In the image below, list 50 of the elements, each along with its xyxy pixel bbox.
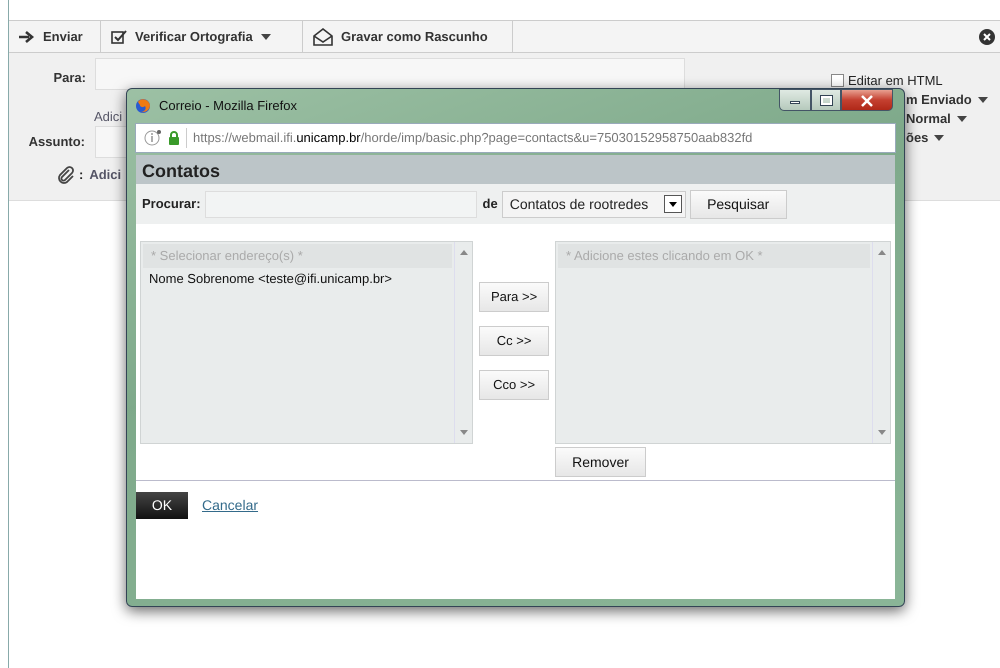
caret-icon — [978, 96, 988, 102]
list-header: * Adicione estes clicando em OK * — [558, 244, 870, 268]
caret-icon — [934, 134, 944, 140]
source-list[interactable]: * Selecionar endereço(s) * Nome Sobrenome <teste@ifi.unicamp.br> — [140, 241, 474, 444]
toolbar-button[interactable]: Gravar como Rascunho — [303, 21, 513, 52]
add-button[interactable]: Cco >> — [479, 370, 550, 400]
address-bar[interactable]: https://webmail.ifi.unicamp.br/horde/imp/basic.php?page=contacts&u=75030152958750aab832fd — [135, 123, 896, 153]
checkbox-label: Editar em HTML — [848, 72, 943, 90]
source-label: de — [482, 195, 498, 214]
list-item[interactable]: Nome Sobrenome <teste@ifi.unicamp.br> — [141, 268, 452, 289]
dropdown-button[interactable]: Normal — [906, 108, 967, 128]
cancel-link[interactable]: Cancelar — [202, 495, 258, 516]
url-text: https://webmail.ifi.unicamp.br/horde/imp/basic.php?page=contacts&u=75030152958750aab832fd — [193, 129, 752, 148]
add-button[interactable]: Para >> — [479, 282, 550, 312]
browser-icon — [135, 98, 151, 114]
select-value: Contatos de rootredes — [510, 194, 648, 214]
input-field[interactable] — [95, 58, 685, 90]
checkbox[interactable] — [831, 74, 844, 87]
add-button[interactable]: Cc >> — [479, 326, 550, 356]
caret-icon — [956, 116, 967, 122]
envelope-icon — [313, 28, 333, 46]
search-button[interactable]: Pesquisar — [690, 190, 787, 218]
arrow-icon — [19, 30, 35, 42]
lock-icon — [168, 131, 180, 145]
window-title: Correio - Mozilla Firefox — [159, 97, 297, 116]
search-label: Procurar: — [142, 195, 201, 214]
info-icon — [144, 129, 162, 147]
section-heading: Contatos — [136, 155, 895, 184]
toolbar-button[interactable]: Enviar — [9, 21, 101, 52]
link[interactable]: Adici — [89, 165, 122, 185]
dropdown-button[interactable]: ões — [906, 128, 944, 148]
close-button[interactable] — [841, 89, 893, 111]
field-label: Assunto: — [28, 133, 85, 152]
input-field[interactable] — [95, 126, 127, 158]
maximize-button[interactable] — [811, 89, 841, 111]
source-select[interactable]: Contatos de rootredes — [502, 190, 686, 218]
dropdown-icon — [664, 195, 682, 213]
ok-button[interactable]: OK — [136, 492, 188, 519]
link[interactable]: Adici — [94, 107, 122, 126]
dropdown-button[interactable]: m Enviado — [906, 90, 988, 110]
toolbar-button[interactable]: Verificar Ortografia — [101, 21, 303, 52]
checkbox-icon — [111, 28, 127, 44]
close-icon — [860, 95, 874, 107]
field-label: Para: — [52, 69, 86, 88]
paperclip-icon — [55, 165, 75, 185]
list-header: * Selecionar endereço(s) * — [143, 244, 452, 268]
remove-button[interactable]: Remover — [555, 447, 646, 477]
close-icon[interactable] — [978, 28, 996, 46]
separator-text: : — [79, 166, 84, 184]
minimize-button[interactable] — [779, 89, 811, 111]
